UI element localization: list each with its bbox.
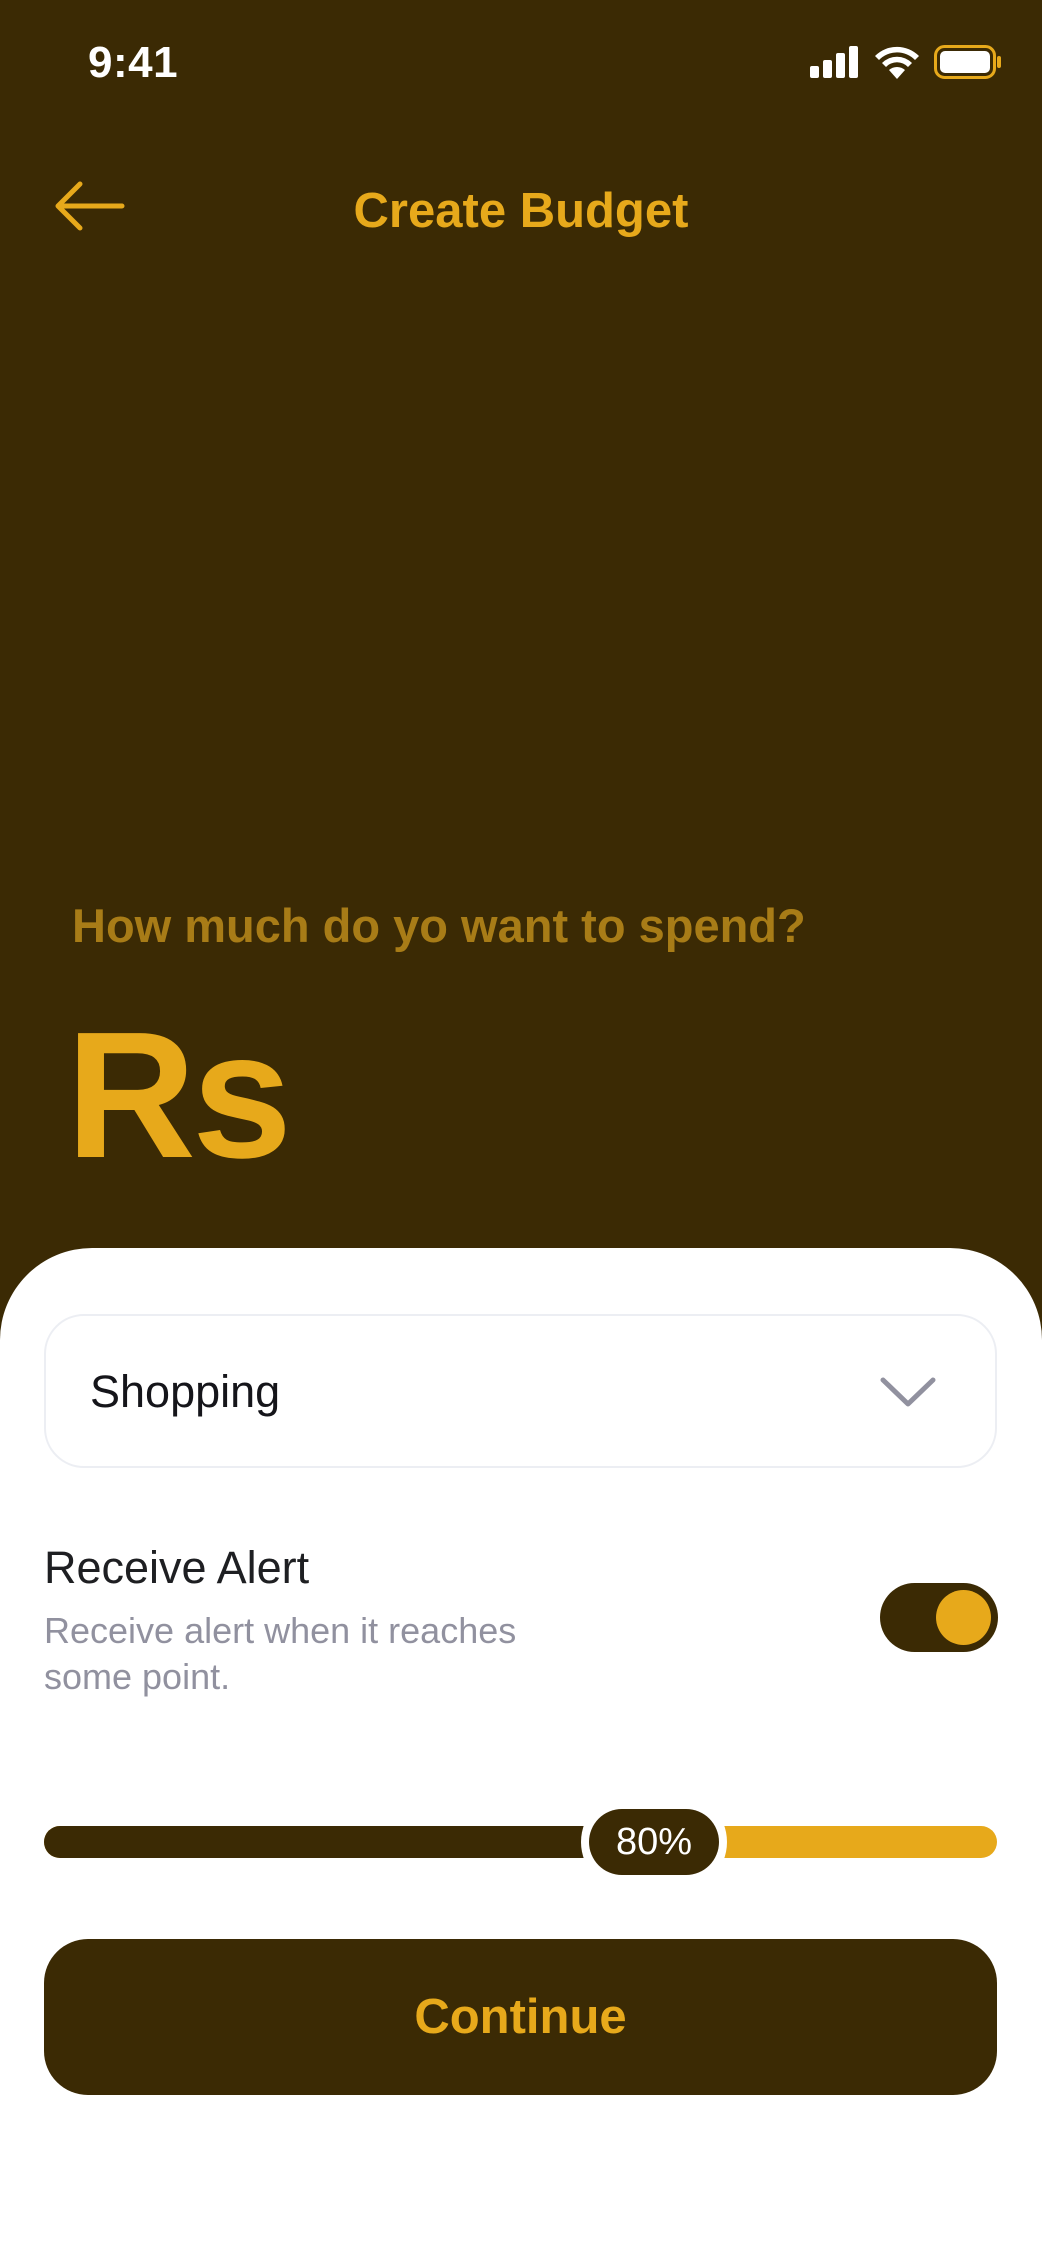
category-dropdown[interactable]: Shopping — [44, 1314, 997, 1468]
battery-icon — [934, 45, 1001, 79]
chevron-down-icon — [880, 1377, 936, 1407]
toggle-knob — [936, 1590, 991, 1645]
status-icons — [810, 44, 1002, 80]
cellular-signal-icon — [810, 46, 858, 78]
create-budget-screen: 9:41 Create Budget How much do yo want t… — [0, 0, 1042, 2256]
page-title: Create Budget — [353, 184, 689, 238]
slider-fill — [44, 1826, 654, 1858]
slider-value-label: 80% — [589, 1809, 719, 1875]
wifi-icon — [875, 46, 919, 79]
receive-alert-toggle[interactable] — [880, 1583, 998, 1652]
alert-threshold-slider[interactable]: 80% — [44, 1792, 997, 1892]
budget-form-sheet: Shopping Receive Alert Receive alert whe… — [0, 1248, 1042, 2256]
amount-prompt: How much do yo want to spend? — [72, 899, 806, 952]
receive-alert-description: Receive alert when it reaches some point… — [44, 1610, 517, 1697]
status-time: 9:41 — [88, 38, 179, 87]
amount-input[interactable]: Rs — [66, 1006, 292, 1186]
receive-alert-title: Receive Alert — [44, 1542, 310, 1593]
slider-thumb[interactable]: 80% — [581, 1792, 727, 1892]
continue-button[interactable]: Continue — [44, 1939, 997, 2095]
category-dropdown-value: Shopping — [90, 1366, 281, 1417]
